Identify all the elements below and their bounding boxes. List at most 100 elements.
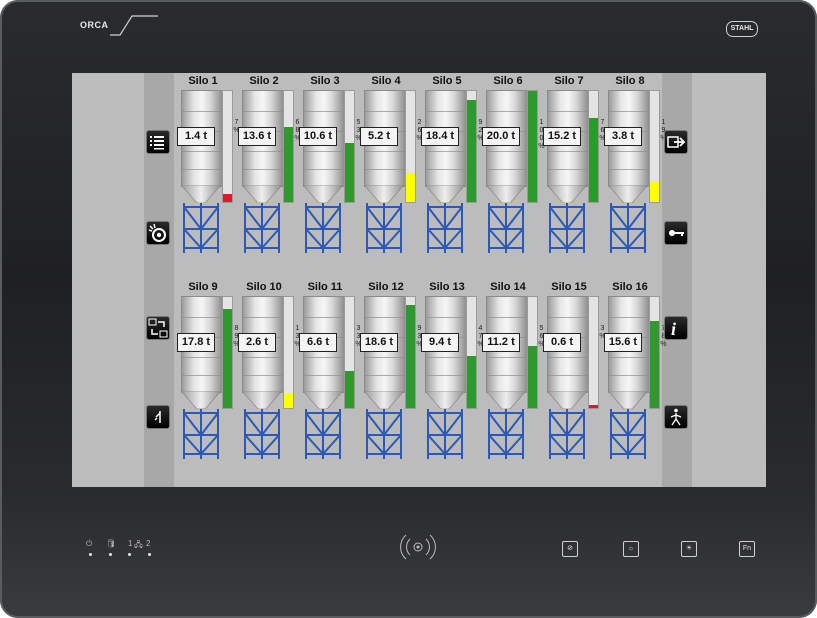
network-icon: 🖧: [134, 540, 143, 549]
back-mark-button[interactable]: [146, 405, 170, 429]
silo-tile[interactable]: Silo 7 7 6% 15.2 t: [541, 73, 606, 273]
silo-name: Silo 7: [554, 75, 584, 87]
list-icon: [150, 136, 164, 150]
silo-cone: [486, 391, 526, 409]
storage-led: [109, 553, 112, 556]
silo-cone: [242, 391, 282, 409]
network-led-2: [148, 553, 151, 556]
silo-support-frame: [610, 203, 646, 253]
fill-level-bar: [283, 90, 294, 203]
silo-tile[interactable]: Silo 11 3 3% 6.6 t: [297, 279, 362, 479]
silo-tile[interactable]: Silo 5 9 2% 18.4 t: [419, 73, 484, 273]
person-walk-button[interactable]: [664, 405, 688, 429]
svg-text:i: i: [671, 319, 676, 339]
silo-support-frame: [610, 409, 646, 459]
silo-support-frame: [488, 203, 524, 253]
silo-weight: 10.6 t: [299, 127, 337, 146]
silo-name: Silo 11: [307, 281, 343, 293]
silo-cone: [242, 185, 282, 203]
silo-name: Silo 8: [615, 75, 645, 87]
silo-weight: 3.8 t: [604, 127, 642, 146]
fill-level: [345, 143, 354, 202]
fill-level: [223, 194, 232, 202]
fill-level-bar: [405, 90, 416, 203]
fill-level-bar: [527, 90, 538, 203]
led-label-2: 2: [146, 539, 151, 548]
silo-weight: 9.4 t: [421, 333, 459, 352]
panel-pc-frame: ORCA STAHL Silo 1 7 % 1.4 t Silo 2 6 8 %…: [0, 0, 817, 618]
silo-support-frame: [549, 203, 585, 253]
silo-name: Silo 9: [188, 281, 218, 293]
silo-tile[interactable]: Silo 10 1 3% 2.6 t: [236, 279, 301, 479]
silo-tile[interactable]: Silo 16 78% 15.6 t: [602, 279, 667, 479]
brightness-down-button[interactable]: ☼: [623, 541, 639, 557]
list-menu-button[interactable]: [146, 130, 170, 154]
silo-tile[interactable]: Silo 15 3% 0.6 t: [541, 279, 606, 479]
rfid-reader-icon: [400, 534, 436, 560]
silo-tile[interactable]: Silo 13 4 7% 9.4 t: [419, 279, 484, 479]
silo-weight: 5.2 t: [360, 127, 398, 146]
silo-name: Silo 6: [493, 75, 523, 87]
fill-level-bar: [649, 90, 660, 203]
camera-settings-button[interactable]: [146, 221, 170, 245]
silo-tile[interactable]: Silo 3 5 3% 10.6 t: [297, 73, 362, 273]
silo-weight: 18.6 t: [360, 333, 398, 352]
silo-tile[interactable]: Silo 12 9 3% 18.6 t: [358, 279, 423, 479]
silo-weight: 6.6 t: [299, 333, 337, 352]
swap-arrows-icon: [148, 318, 168, 338]
silo-tile[interactable]: Silo 14 5 6% 11.2 t: [480, 279, 545, 479]
info-button[interactable]: i: [664, 316, 688, 340]
silo-cone: [547, 185, 587, 203]
silo-weight: 15.6 t: [604, 333, 642, 352]
silo-name: Silo 5: [432, 75, 462, 87]
top-bezel: ORCA STAHL: [0, 0, 817, 70]
fill-level-bar: [588, 90, 599, 203]
silo-cone: [181, 185, 221, 203]
fill-level: [650, 321, 659, 408]
silo-weight: 13.6 t: [238, 127, 276, 146]
silo-tile[interactable]: Silo 4 2 6% 5.2 t: [358, 73, 423, 273]
screen-lock-button[interactable]: ⊘: [562, 541, 578, 557]
silo-weight: 20.0 t: [482, 127, 520, 146]
silo-weight: 2.6 t: [238, 333, 276, 352]
fill-level-bar: [527, 296, 538, 409]
silo-name: Silo 13: [429, 281, 465, 293]
person-walk-icon: [670, 408, 682, 426]
logout-button[interactable]: [664, 130, 688, 154]
brand-logo-line: [110, 15, 158, 36]
silo-tile[interactable]: Silo 2 6 8% 13.6 t: [236, 73, 301, 273]
fill-level-bar: [466, 90, 477, 203]
silo-weight: 15.2 t: [543, 127, 581, 146]
storage-icon: 🛢: [106, 539, 117, 548]
fill-level-bar: [222, 90, 233, 203]
silo-support-frame: [549, 409, 585, 459]
camera-lens-icon: [148, 223, 166, 242]
key-login-button[interactable]: [664, 221, 688, 245]
fill-level-bar: [344, 296, 355, 409]
silo-tile[interactable]: Silo 9 8 9% 17.8 t: [175, 279, 240, 479]
silo-overview-panel: Silo 1 7% 1.4 t Silo 2 6 8 % 13.6 t Silo…: [174, 73, 667, 487]
fn-button[interactable]: Fn: [739, 541, 755, 557]
fill-level: [467, 99, 476, 202]
fill-level: [650, 180, 659, 202]
fill-level: [406, 304, 415, 408]
swap-transfer-button[interactable]: [146, 316, 170, 340]
silo-support-frame: [366, 409, 402, 459]
brightness-up-button[interactable]: ☀: [681, 541, 697, 557]
fill-level: [589, 117, 598, 202]
fill-level-bar: [588, 296, 599, 409]
silo-name: Silo 15: [551, 281, 587, 293]
silo-tile[interactable]: Silo 6 1 0 0% 20.0 t: [480, 73, 545, 273]
logout-arrow-icon: [667, 136, 686, 148]
fill-level: [528, 345, 537, 408]
fill-level: [345, 371, 354, 408]
silo-weight: 1.4 t: [177, 127, 215, 146]
fill-level: [284, 393, 293, 408]
silo-name: Silo 10: [246, 281, 282, 293]
silo-cone: [608, 185, 648, 203]
info-icon: i: [671, 319, 676, 339]
silo-name: Silo 12: [368, 281, 404, 293]
silo-tile[interactable]: Silo 8 19% 3.8 t: [602, 73, 667, 273]
silo-support-frame: [183, 409, 219, 459]
silo-tile[interactable]: Silo 1 7% 1.4 t: [175, 73, 240, 273]
